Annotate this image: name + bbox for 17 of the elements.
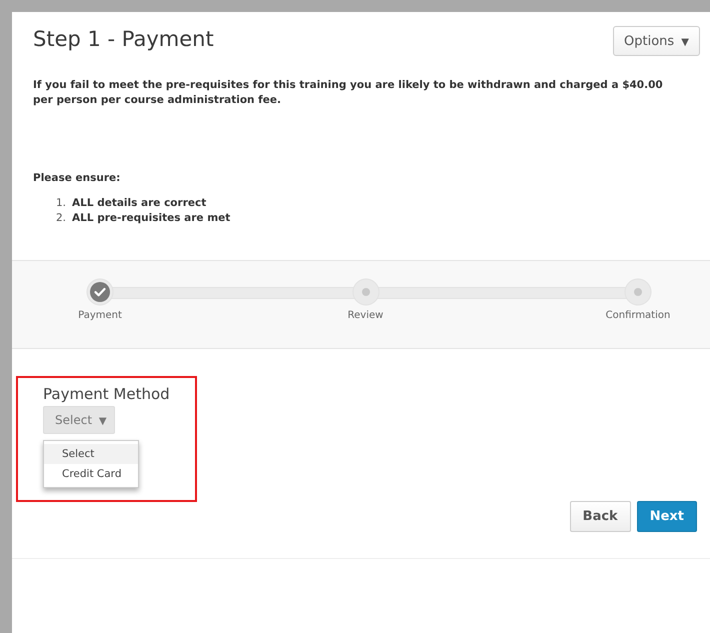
dropdown-option[interactable]: Credit Card bbox=[44, 464, 138, 484]
step-label: Payment bbox=[78, 310, 122, 321]
options-button[interactable]: Options ▼ bbox=[613, 26, 700, 56]
notice-text: If you fail to meet the pre-requisites for this training you are likely to be withdrawn and charged a $40.00 per person per course administration fee. bbox=[33, 78, 664, 108]
field-label: Payment Method bbox=[43, 385, 171, 403]
page-title: Step 1 - Payment bbox=[33, 26, 214, 51]
back-button[interactable]: Back bbox=[570, 501, 631, 532]
dropdown-option[interactable]: Select bbox=[44, 444, 138, 464]
list-number: 1. bbox=[56, 196, 66, 211]
next-button[interactable]: Next bbox=[636, 501, 697, 532]
step-label: Confirmation bbox=[606, 310, 670, 321]
payment-method-select[interactable]: Select ▼ bbox=[43, 406, 115, 434]
ensure-heading: Please ensure: bbox=[33, 172, 122, 184]
list-item: ALL pre-requisites are met bbox=[72, 211, 230, 226]
step-label: Review bbox=[348, 310, 384, 321]
list-item: ALL details are correct bbox=[72, 196, 206, 211]
list-number: 2. bbox=[56, 211, 66, 226]
